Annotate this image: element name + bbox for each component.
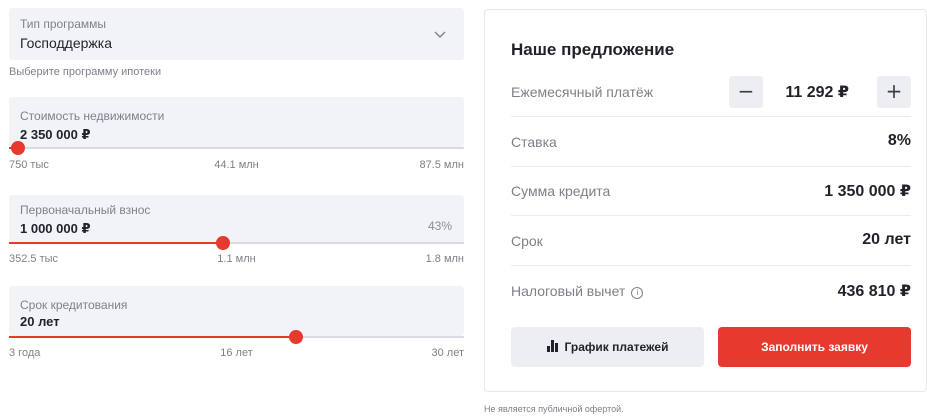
monthly-payment-label: Ежемесячный платёж: [511, 84, 654, 100]
property-cost-label: Стоимость недвижимости: [20, 109, 165, 123]
down-payment-slider-handle[interactable]: [215, 236, 230, 250]
payment-schedule-label: График платежей: [564, 340, 669, 354]
program-type-value: Господдержка: [20, 35, 112, 51]
increase-payment-button[interactable]: +: [877, 76, 911, 108]
tax-deduction-label: Налоговый вычет: [511, 283, 626, 299]
down-payment-tick-min: 352.5 тыс: [9, 253, 59, 265]
down-payment-field[interactable]: Первоначальный взнос 1 000 000 ₽ 43%: [9, 195, 464, 243]
property-cost-value[interactable]: 2 350 000 ₽: [20, 127, 91, 143]
property-cost-field[interactable]: Стоимость недвижимости 2 350 000 ₽: [9, 97, 464, 147]
chevron-down-icon[interactable]: [434, 28, 446, 40]
term-row: Срок 20 лет: [511, 216, 911, 266]
term-label: Срок: [511, 233, 543, 249]
monthly-payment-row: Ежемесячный платёж − 11 292 ₽ +: [511, 67, 911, 117]
program-type-label: Тип программы: [20, 17, 107, 31]
tax-deduction-value: 436 810 ₽: [837, 283, 911, 300]
loan-amount-row: Сумма кредита 1 350 000 ₽: [511, 166, 911, 216]
bar-chart-icon: [546, 340, 559, 352]
loan-term-label: Срок кредитования: [20, 298, 128, 312]
apply-button[interactable]: Заполнить заявку: [718, 327, 911, 367]
rate-value: 8%: [887, 132, 911, 149]
rate-row: Ставка 8%: [511, 117, 911, 167]
rate-label: Ставка: [511, 134, 557, 150]
down-payment-percent: 43%: [427, 219, 452, 233]
property-cost-tick-min: 750 тыс: [9, 159, 49, 171]
monthly-payment-value: 11 292 ₽: [785, 84, 849, 101]
down-payment-slider-fill: [9, 242, 223, 244]
offer-title: Наше предложение: [511, 40, 675, 59]
program-hint: Выберите программу ипотеки: [9, 66, 162, 78]
loan-amount-value: 1 350 000 ₽: [824, 183, 911, 200]
down-payment-tick-max: 1.8 млн: [425, 253, 464, 265]
offer-card: Наше предложение Ежемесячный платёж − 11…: [484, 9, 927, 392]
loan-term-tick-max: 30 лет: [431, 347, 464, 359]
loan-term-tick-min: 3 года: [9, 347, 41, 359]
property-cost-ticks: 750 тыс 44.1 млн 87.5 млн: [9, 159, 464, 173]
tax-deduction-row: Налоговый вычет i 436 810 ₽: [511, 266, 911, 316]
loan-term-slider[interactable]: [9, 330, 464, 344]
loan-term-slider-handle[interactable]: [288, 330, 303, 344]
info-icon[interactable]: i: [631, 287, 644, 299]
loan-term-value[interactable]: 20 лет: [20, 314, 60, 329]
property-cost-tick-mid: 44.1 млн: [214, 159, 259, 171]
down-payment-ticks: 352.5 тыс 1.1 млн 1.8 млн: [9, 253, 464, 267]
disclaimer-text: Не является публичной офертой.: [484, 404, 624, 414]
down-payment-label: Первоначальный взнос: [20, 203, 151, 217]
down-payment-slider[interactable]: [9, 236, 464, 250]
term-value: 20 лет: [862, 231, 911, 248]
program-type-select[interactable]: Тип программы Господдержка: [9, 8, 464, 60]
payment-schedule-button[interactable]: График платежей: [511, 327, 704, 367]
loan-term-ticks: 3 года 16 лет 30 лет: [9, 347, 464, 361]
tax-deduction-label-wrap: Налоговый вычет i: [511, 283, 644, 299]
decrease-payment-button[interactable]: −: [729, 76, 763, 108]
loan-term-field[interactable]: Срок кредитования 20 лет: [9, 286, 464, 336]
loan-term-tick-mid: 16 лет: [220, 347, 253, 359]
property-cost-slider[interactable]: [9, 141, 464, 155]
loan-amount-label: Сумма кредита: [511, 183, 611, 199]
property-cost-tick-max: 87.5 млн: [419, 159, 464, 171]
down-payment-tick-mid: 1.1 млн: [217, 253, 256, 265]
loan-term-slider-fill: [9, 336, 296, 338]
down-payment-value[interactable]: 1 000 000 ₽: [20, 221, 91, 237]
property-cost-slider-handle[interactable]: [11, 141, 26, 155]
